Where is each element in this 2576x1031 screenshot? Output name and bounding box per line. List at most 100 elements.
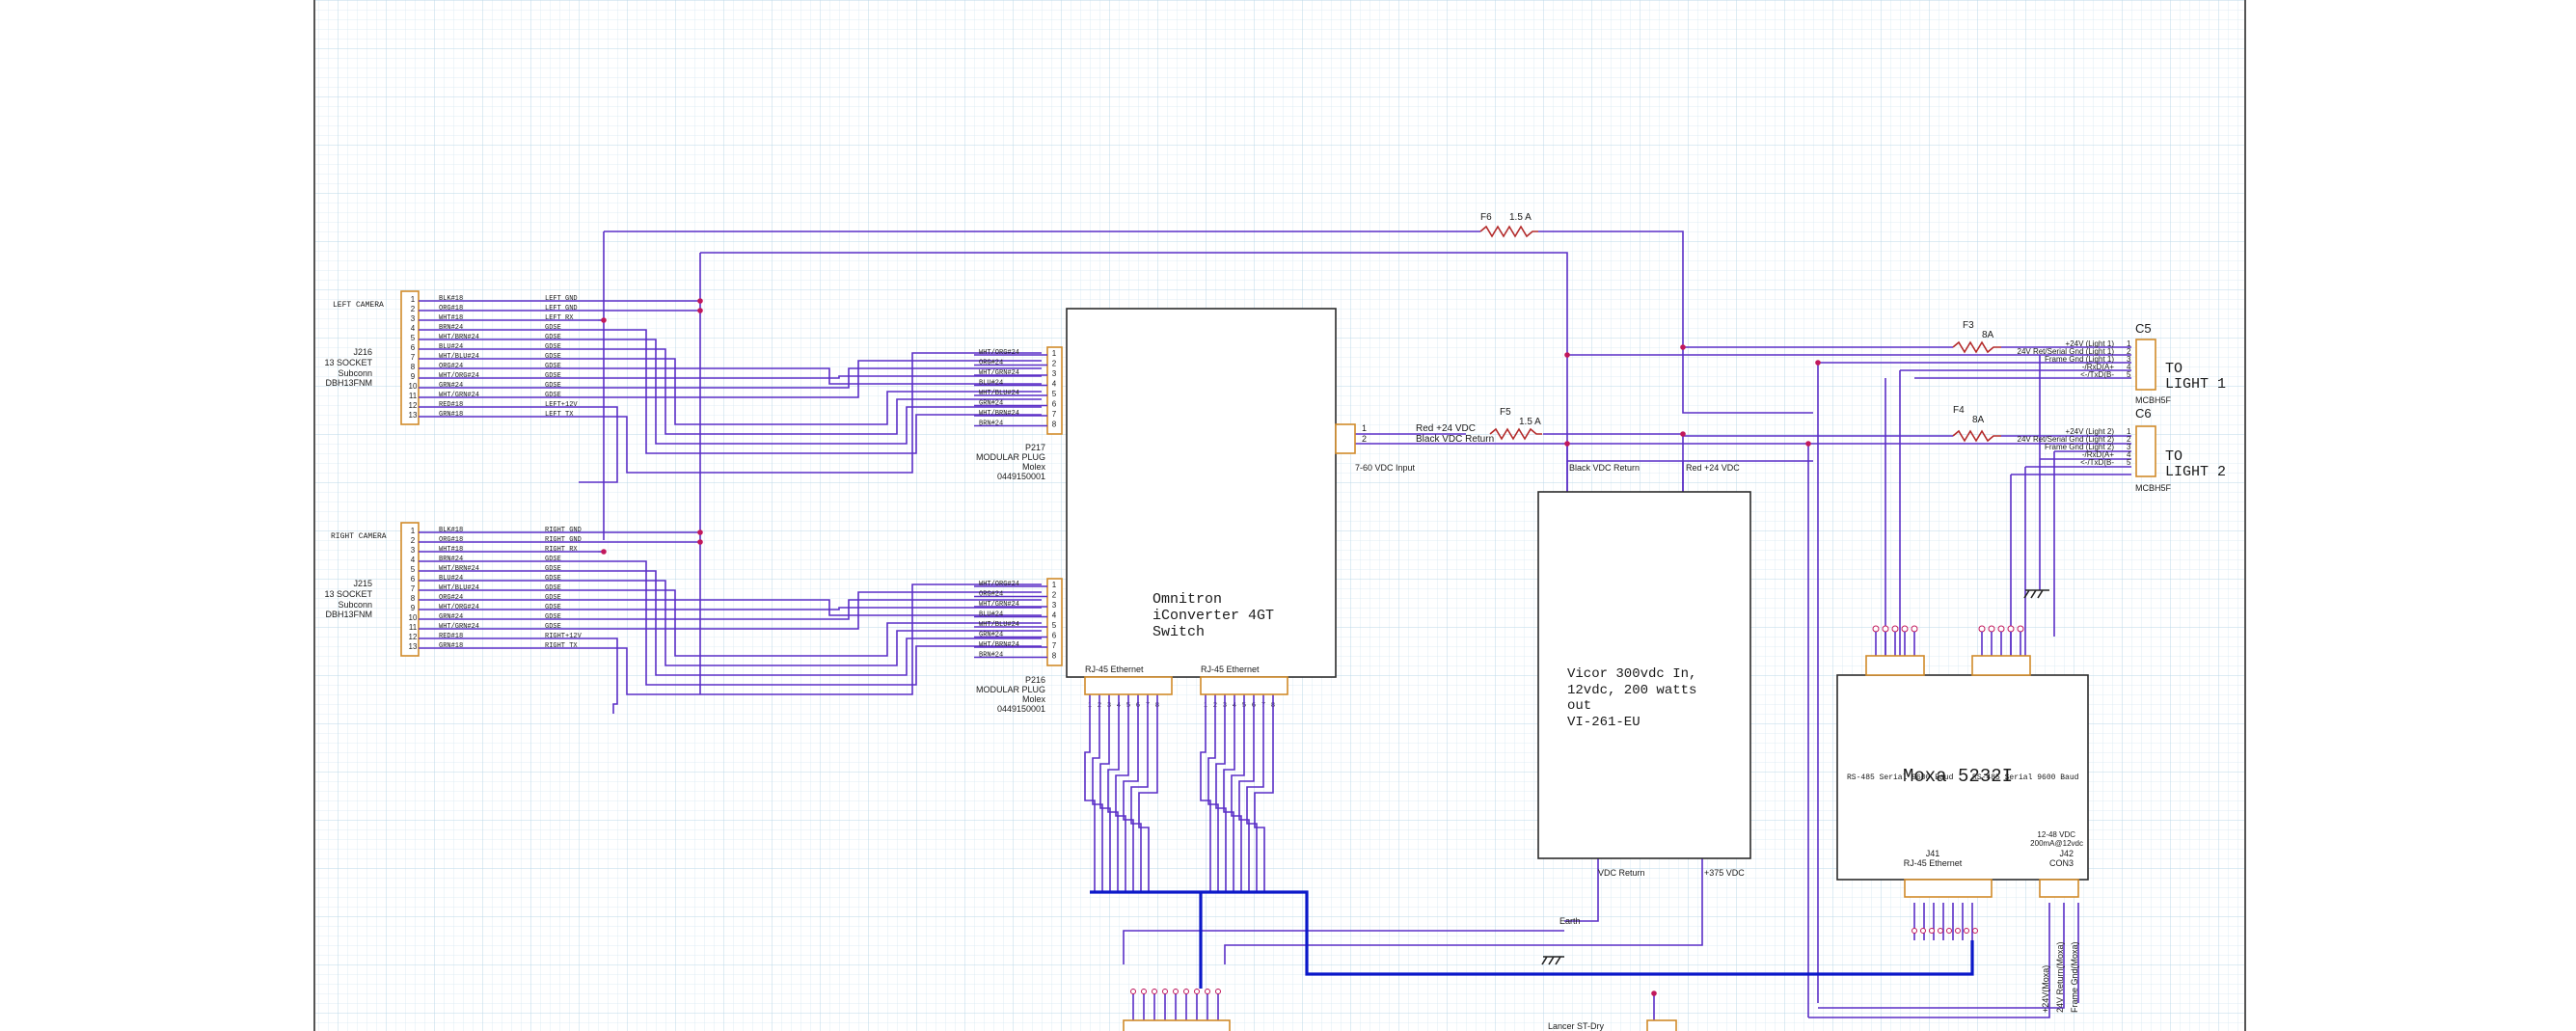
p216-pin-number: 7 [1052,641,1057,650]
p217-desc: MODULAR PLUG [976,452,1045,462]
moxa-serial-2: RS-485 Serial 9600 Baud [1972,773,2079,782]
j216-pin-number: 8 [411,363,416,371]
left-camera-label: LEFT CAMERA [333,301,384,310]
p217-part: 0449150001 [997,472,1045,481]
moxa-serial-1: RS-485 Serial 9600 Baud [1847,773,1954,782]
black-return-label: Black VDC Return [1416,434,1494,445]
bottom-fan-node [1162,989,1168,994]
moxa-lead-24v: +24V(Moxa) [2041,965,2050,1013]
p217-pin-number: 3 [1052,369,1057,378]
c5-body [2135,339,2156,391]
bottom-fan-node [1141,989,1147,994]
moxa-serial-port-1[interactable] [1865,655,1925,676]
f5-rating: 1.5 A [1519,417,1541,427]
vicor-line-3: out [1567,698,1591,714]
c5-part: MCBH5F [2135,395,2172,405]
j216-pin-number: 3 [411,314,416,323]
p217-pin-number: 6 [1052,400,1057,409]
moxa-eth-node [1912,928,1917,934]
moxa-eth-node [1920,928,1926,934]
bottom-ethernet-connector[interactable] [1123,1019,1231,1031]
lancer-label: Lancer ST-Dry [1548,1021,1605,1031]
serial-pin-node [1988,625,1995,633]
j216-pin-number: 2 [411,305,416,313]
j216-pin-number: 13 [409,411,418,420]
j215-mfr: Subconn [338,600,372,610]
c5-pin-label: <-/TxD(B- [2080,370,2114,379]
p216-pin-number: 1 [1052,581,1057,589]
junction-dot [697,529,703,535]
moxa-power: 12-48 VDC [2037,830,2075,839]
j215-pin-number: 6 [411,575,416,583]
p217-ref: P217 [1025,443,1045,452]
vicor-line-4: VI-261-EU [1567,715,1641,730]
p216-desc: MODULAR PLUG [976,685,1045,694]
c5-ref: C5 [2135,321,2152,336]
c5-pin-number: 5 [2127,370,2131,379]
switch-port1[interactable] [1084,676,1173,695]
bottom-fan-node [1215,989,1221,994]
j215-pin-number: 2 [411,536,416,545]
switch-power-connector[interactable] [1335,423,1356,454]
j216-desc: 13 SOCKET [324,358,372,367]
moxa-serial-port-2[interactable] [1971,655,2031,676]
p216-ref: P216 [1025,675,1045,685]
p216-pin-number: 3 [1052,601,1057,610]
serial-pin-node [2017,625,2024,633]
j216-pin-number: 6 [411,343,416,352]
switch-port2[interactable] [1200,676,1288,695]
j215-pin-number: 5 [411,565,416,574]
j216-pin-number: 10 [409,382,418,391]
moxa-power-2: 200mA@12vdc [2030,839,2083,848]
j216-part: DBH13FNM [325,378,372,388]
j215-pin-number: 1 [411,527,416,535]
j215-pin-number: 8 [411,594,416,603]
switch-title-3: Switch [1152,624,1205,640]
vicor-top-right: Red +24 VDC [1686,463,1740,473]
c6-part: MCBH5F [2135,483,2172,493]
moxa-j42-desc: CON3 [2049,858,2074,868]
moxa-ethernet-port[interactable] [1904,879,1993,898]
junction-dot [601,317,607,323]
p216-pin-number: 6 [1052,632,1057,640]
power-pin-2: 2 [1362,434,1367,444]
vicor-converter[interactable]: Vicor 300vdc In, 12vdc, 200 watts out VI… [1537,463,1751,878]
p216-pin-number: 2 [1052,591,1057,600]
c6-light: LIGHT 2 [2165,464,2226,480]
p216-pin-number: 8 [1052,652,1057,661]
junction-dot [1680,344,1686,350]
right-camera-label: RIGHT CAMERA [331,532,387,541]
switch-port2-label: RJ-45 Ethernet [1201,665,1260,674]
moxa-eth-node [1938,928,1943,934]
j215-pin-number: 4 [411,556,416,564]
moxa-j42: J42 [2059,849,2074,858]
p216-pin-number: 4 [1052,611,1057,620]
p217-pin-number: 5 [1052,390,1057,398]
bottom-fan-node [1130,989,1136,994]
f6-rating: 1.5 A [1509,212,1532,223]
j216-ref: J216 [353,347,372,357]
f5-ref: F5 [1500,407,1511,418]
c6-pin-label: <-/TxD(B- [2080,458,2114,467]
p217-pin-number: 1 [1052,349,1057,358]
f6-ref: F6 [1480,212,1492,223]
junction-dot [1564,352,1570,358]
serial-pin-node [1891,625,1899,633]
f4-ref: F4 [1953,405,1965,416]
serial-pin-node [1997,625,2005,633]
p217-pin-number: 2 [1052,360,1057,368]
j216-pin-number: 9 [411,372,416,381]
lancer-body [1646,1019,1677,1031]
switch-power-label: 7-60 VDC Input [1355,463,1416,473]
p216-part: 0449150001 [997,704,1045,714]
vicor-line-1: Vicor 300vdc In, [1567,666,1696,682]
moxa-serial-server[interactable]: Moxa 5232I RS-485 Serial 9600 Baud RS-48… [1836,655,2089,898]
p217-pin-number: 7 [1052,410,1057,419]
vicor-line-2: 12vdc, 200 watts [1567,683,1696,698]
p217-pin-number: 4 [1052,380,1057,389]
moxa-j41-desc: RJ-45 Ethernet [1904,858,1963,868]
j215-pin-number: 9 [411,604,416,612]
moxa-power-port[interactable] [2039,879,2079,898]
p216-pin-number: 5 [1052,621,1057,630]
moxa-eth-node [1955,928,1961,934]
